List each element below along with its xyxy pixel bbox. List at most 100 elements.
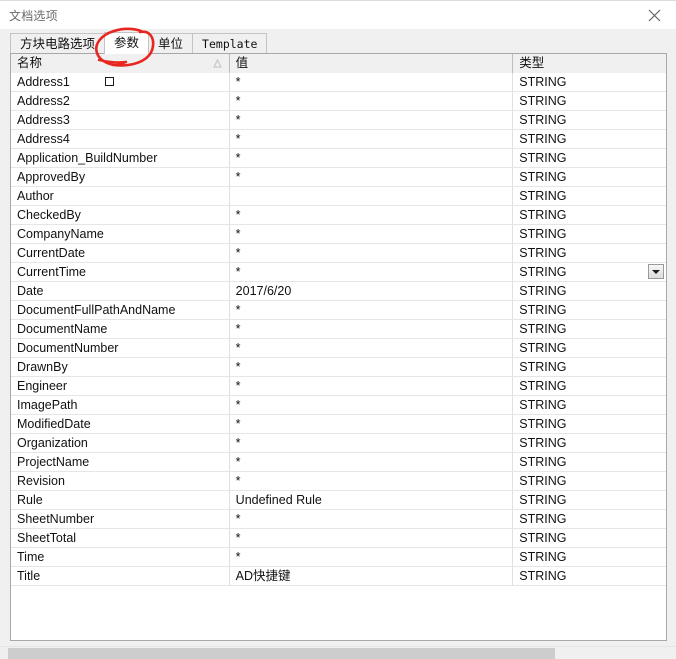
type-dropdown-button[interactable] [648, 264, 664, 279]
cell-parameter-type[interactable]: STRING [513, 225, 666, 243]
cell-parameter-type[interactable]: STRING [513, 339, 666, 357]
column-header-value[interactable]: 值 [229, 54, 514, 73]
table-row[interactable]: ApprovedBy * STRING [11, 168, 666, 187]
cell-parameter-name[interactable]: CurrentTime [11, 263, 230, 281]
table-row[interactable]: ProjectName * STRING [11, 453, 666, 472]
cell-parameter-type[interactable]: STRING [513, 244, 666, 262]
table-row[interactable]: Address1 * STRING [11, 73, 666, 92]
cell-parameter-type[interactable]: STRING [513, 263, 666, 281]
cell-parameter-type[interactable]: STRING [513, 282, 666, 300]
table-row[interactable]: DocumentName * STRING [11, 320, 666, 339]
cell-parameter-value[interactable]: * [230, 206, 514, 224]
table-row[interactable]: Date 2017/6/20 STRING [11, 282, 666, 301]
cell-parameter-type[interactable]: STRING [513, 187, 666, 205]
cell-parameter-name[interactable]: ModifiedDate [11, 415, 230, 433]
cell-parameter-type[interactable]: STRING [513, 130, 666, 148]
cell-parameter-type[interactable]: STRING [513, 73, 666, 91]
cell-parameter-name[interactable]: CheckedBy [11, 206, 230, 224]
cell-parameter-name[interactable]: Rule [11, 491, 230, 509]
cell-parameter-value[interactable]: * [230, 377, 514, 395]
cell-parameter-value[interactable]: * [230, 396, 514, 414]
cell-parameter-value[interactable]: * [230, 92, 514, 110]
table-row[interactable]: CheckedBy * STRING [11, 206, 666, 225]
cell-parameter-value[interactable]: Undefined Rule [230, 491, 514, 509]
table-row[interactable]: CurrentTime * STRING [11, 263, 666, 282]
table-row[interactable]: ModifiedDate * STRING [11, 415, 666, 434]
cell-parameter-type[interactable]: STRING [513, 301, 666, 319]
tab-sheet-options[interactable]: 方块电路选项 [10, 33, 106, 54]
table-row[interactable]: Time * STRING [11, 548, 666, 567]
cell-parameter-name[interactable]: ImagePath [11, 396, 230, 414]
table-row[interactable]: ImagePath * STRING [11, 396, 666, 415]
cell-parameter-value[interactable]: * [230, 301, 514, 319]
cell-parameter-value[interactable]: * [230, 320, 514, 338]
table-row[interactable]: Rule Undefined Rule STRING [11, 491, 666, 510]
cell-parameter-value[interactable]: * [230, 510, 514, 528]
cell-parameter-name[interactable]: Author [11, 187, 230, 205]
cell-parameter-type[interactable]: STRING [513, 567, 666, 585]
cell-parameter-value[interactable]: * [230, 529, 514, 547]
cell-parameter-type[interactable]: STRING [513, 491, 666, 509]
close-button[interactable] [636, 1, 672, 29]
cell-parameter-name[interactable]: DrawnBy [11, 358, 230, 376]
table-row[interactable]: CurrentDate * STRING [11, 244, 666, 263]
scroll-left-arrow-icon[interactable] [0, 648, 8, 659]
table-row[interactable]: SheetNumber * STRING [11, 510, 666, 529]
cell-parameter-type[interactable]: STRING [513, 415, 666, 433]
cell-parameter-type[interactable]: STRING [513, 149, 666, 167]
cell-parameter-name[interactable]: CompanyName [11, 225, 230, 243]
table-row[interactable]: DocumentNumber * STRING [11, 339, 666, 358]
table-row[interactable]: SheetTotal * STRING [11, 529, 666, 548]
cell-parameter-name[interactable]: Revision [11, 472, 230, 490]
cell-parameter-value[interactable]: * [230, 73, 514, 91]
cell-parameter-name[interactable]: Engineer [11, 377, 230, 395]
table-row[interactable]: Revision * STRING [11, 472, 666, 491]
table-row[interactable]: Address3 * STRING [11, 111, 666, 130]
cell-parameter-type[interactable]: STRING [513, 529, 666, 547]
table-row[interactable]: Address2 * STRING [11, 92, 666, 111]
cell-parameter-value[interactable]: 2017/6/20 [230, 282, 514, 300]
column-header-type[interactable]: 类型 [513, 54, 666, 73]
cell-parameter-type[interactable]: STRING [513, 358, 666, 376]
cell-parameter-type[interactable]: STRING [513, 111, 666, 129]
cell-parameter-value[interactable]: * [230, 434, 514, 452]
tab-template[interactable]: Template [192, 33, 268, 54]
table-row[interactable]: Organization * STRING [11, 434, 666, 453]
cell-parameter-name[interactable]: Application_BuildNumber [11, 149, 230, 167]
cell-parameter-type[interactable]: STRING [513, 206, 666, 224]
cell-parameter-value[interactable]: * [230, 548, 514, 566]
cell-parameter-name[interactable]: CurrentDate [11, 244, 230, 262]
cell-parameter-value[interactable]: * [230, 472, 514, 490]
cell-parameter-name[interactable]: ProjectName [11, 453, 230, 471]
cell-parameter-name[interactable]: SheetTotal [11, 529, 230, 547]
table-row[interactable]: Engineer * STRING [11, 377, 666, 396]
cell-parameter-type[interactable]: STRING [513, 377, 666, 395]
cell-parameter-type[interactable]: STRING [513, 472, 666, 490]
cell-parameter-type[interactable]: STRING [513, 92, 666, 110]
cell-parameter-value[interactable]: * [230, 149, 514, 167]
cell-parameter-name[interactable]: Organization [11, 434, 230, 452]
tab-units[interactable]: 单位 [148, 33, 194, 54]
cell-parameter-type[interactable]: STRING [513, 548, 666, 566]
cell-parameter-name[interactable]: Time [11, 548, 230, 566]
cell-parameter-name[interactable]: DocumentFullPathAndName [11, 301, 230, 319]
cell-parameter-name[interactable]: Address2 [11, 92, 230, 110]
table-row[interactable]: Address4 * STRING [11, 130, 666, 149]
cell-parameter-type[interactable]: STRING [513, 434, 666, 452]
cell-parameter-value[interactable]: * [230, 339, 514, 357]
horizontal-scrollbar[interactable] [0, 646, 676, 659]
cell-parameter-type[interactable]: STRING [513, 510, 666, 528]
cell-parameter-value[interactable]: * [230, 225, 514, 243]
cell-parameter-name[interactable]: Address4 [11, 130, 230, 148]
cell-parameter-value[interactable]: * [230, 111, 514, 129]
cell-parameter-type[interactable]: STRING [513, 320, 666, 338]
table-row[interactable]: Author STRING [11, 187, 666, 206]
table-row[interactable]: Application_BuildNumber * STRING [11, 149, 666, 168]
cell-parameter-value[interactable]: * [230, 415, 514, 433]
cell-parameter-name[interactable]: Address3 [11, 111, 230, 129]
tab-parameters[interactable]: 参数 [104, 32, 150, 54]
cell-parameter-name[interactable]: Title [11, 567, 230, 585]
column-header-name[interactable]: 名称 [11, 54, 230, 73]
table-row[interactable]: Title AD快捷键 STRING [11, 567, 666, 586]
parameter-visibility-checkbox[interactable] [105, 77, 114, 86]
